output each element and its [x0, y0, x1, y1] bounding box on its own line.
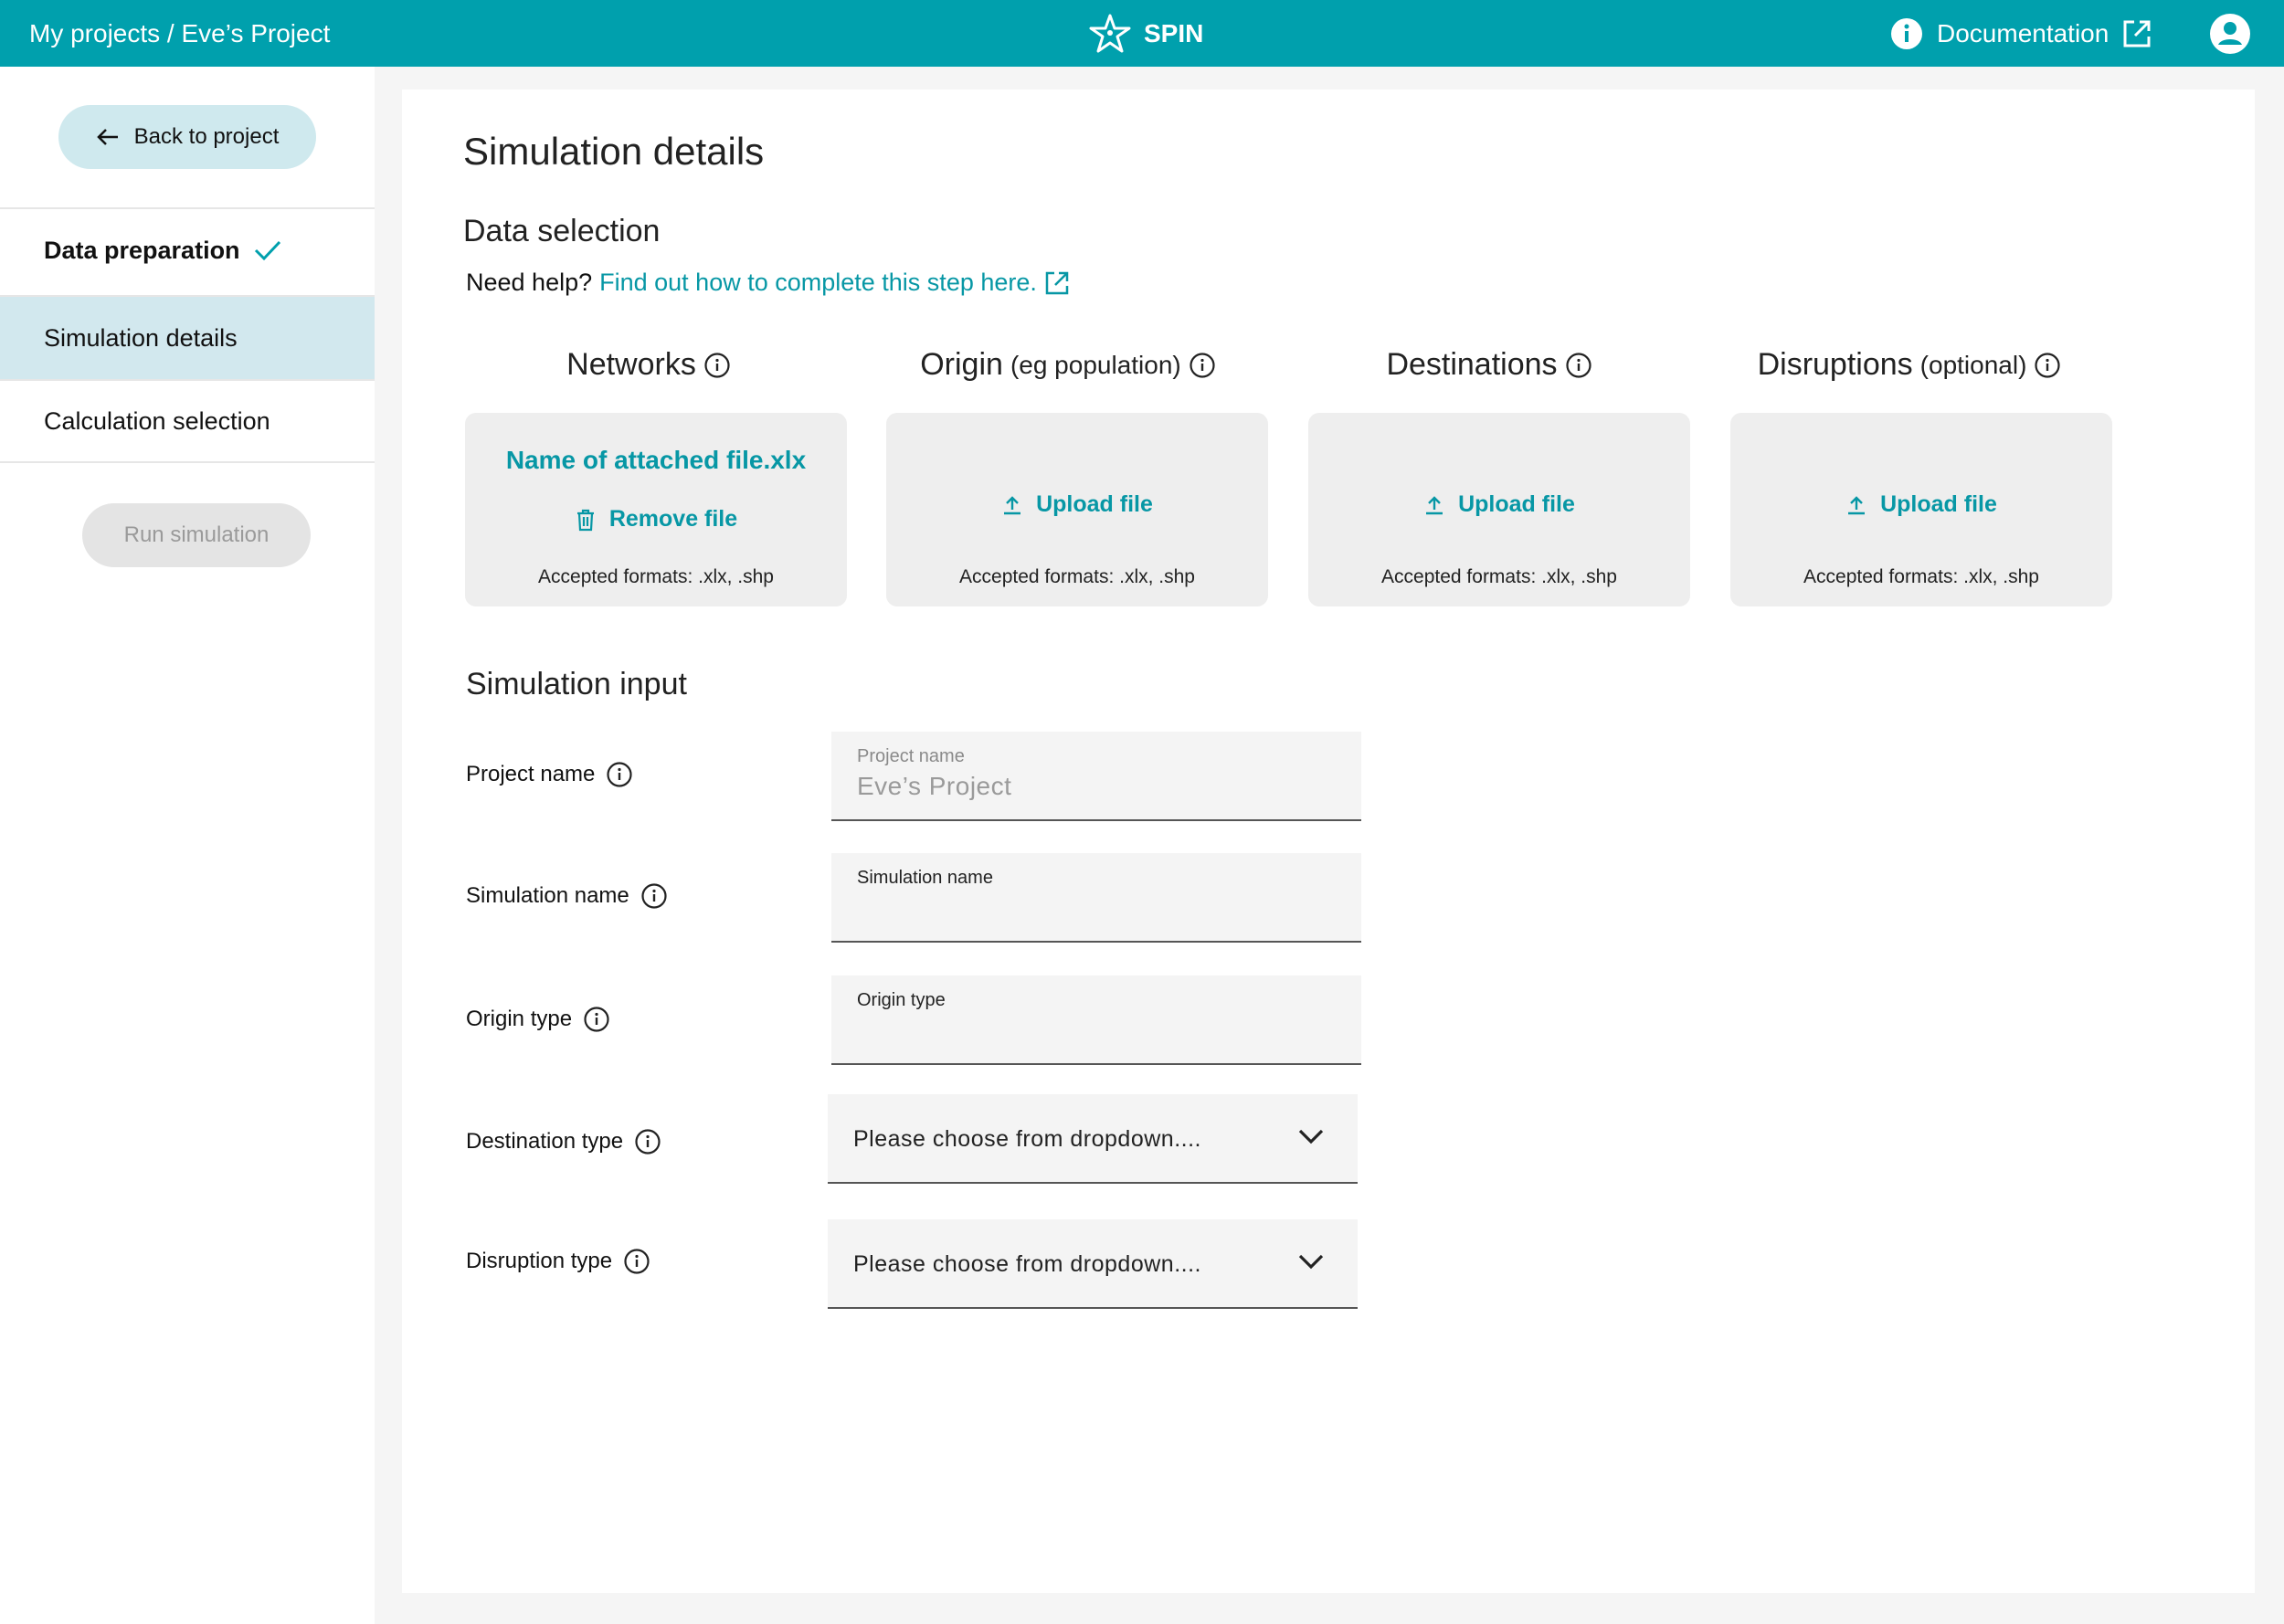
arrow-left-icon: [96, 127, 120, 147]
info-icon: [1889, 16, 1924, 51]
origin-title: Origin (eg population): [876, 347, 1260, 383]
accepted-formats: Accepted formats: .xlx, .shp: [1803, 566, 2039, 587]
remove-file-button[interactable]: Remove file: [465, 506, 847, 533]
info-outline-icon[interactable]: [583, 1006, 610, 1033]
back-label: Back to project: [133, 124, 280, 149]
field-value: Eve’s Project: [857, 772, 1012, 800]
documentation-label: Documentation: [1937, 18, 2110, 47]
help-prefix: Need help?: [466, 269, 593, 296]
external-link-icon[interactable]: [1044, 270, 1070, 296]
destination-type-select[interactable]: Please choose from dropdown....: [828, 1094, 1358, 1184]
accepted-formats: Accepted formats: .xlx, .shp: [538, 566, 774, 587]
column-suffix: (optional): [1919, 350, 2027, 379]
info-outline-icon[interactable]: [640, 882, 668, 910]
page-title: Simulation details: [463, 130, 765, 173]
column-title: Origin: [920, 347, 1003, 382]
simulation-name-field[interactable]: Simulation name: [831, 853, 1361, 943]
info-outline-icon[interactable]: [1189, 352, 1216, 379]
upload-icon: [1845, 494, 1867, 516]
sidebar-item-label: Calculation selection: [44, 406, 270, 435]
column-title: Networks: [566, 347, 696, 382]
field-label-text: Origin type: [466, 1007, 573, 1031]
back-to-project-button[interactable]: Back to project: [58, 105, 316, 169]
run-simulation-button[interactable]: Run simulation: [82, 503, 311, 567]
origin-type-label: Origin type: [466, 1006, 610, 1033]
user-avatar-icon[interactable]: [2209, 13, 2251, 55]
help-line: Need help? Find out how to complete this…: [466, 269, 1070, 297]
sidebar-item-simulation-details[interactable]: Simulation details: [0, 295, 375, 379]
star-logo-icon: [1087, 13, 1133, 55]
info-outline-icon[interactable]: [606, 761, 633, 788]
field-caption: Origin type: [857, 990, 946, 1010]
info-outline-icon[interactable]: [703, 352, 731, 379]
destination-type-label: Destination type: [466, 1128, 661, 1155]
project-name-field[interactable]: Project name Eve’s Project: [831, 732, 1361, 821]
field-caption: Simulation name: [857, 868, 993, 888]
sidebar-item-label: Data preparation: [44, 236, 240, 264]
upload-file-label: Upload file: [1036, 491, 1153, 517]
destinations-title: Destinations: [1297, 347, 1681, 383]
info-outline-icon[interactable]: [623, 1248, 650, 1275]
select-value: Please choose from dropdown....: [853, 1126, 1201, 1152]
info-outline-icon[interactable]: [2034, 352, 2061, 379]
info-outline-icon[interactable]: [634, 1128, 661, 1155]
upload-file-label: Upload file: [1458, 491, 1575, 517]
field-caption: Project name: [857, 746, 965, 766]
simulation-name-label: Simulation name: [466, 882, 668, 910]
select-value: Please choose from dropdown....: [853, 1251, 1201, 1277]
accepted-formats: Accepted formats: .xlx, .shp: [959, 566, 1195, 587]
networks-title: Networks: [457, 347, 841, 383]
brand-logo[interactable]: SPIN: [1087, 0, 1203, 67]
disruption-type-select[interactable]: Please choose from dropdown....: [828, 1219, 1358, 1309]
check-icon: [253, 238, 282, 262]
simulation-input-heading: Simulation input: [466, 667, 687, 701]
info-outline-icon[interactable]: [1565, 352, 1592, 379]
upload-file-button[interactable]: Upload file: [886, 491, 1268, 518]
help-link[interactable]: Find out how to complete this step here.: [599, 269, 1037, 297]
origin-upload-box: Upload file Accepted formats: .xlx, .shp: [886, 413, 1268, 606]
field-label-text: Destination type: [466, 1129, 624, 1154]
column-suffix: (eg population): [1010, 350, 1181, 379]
upload-file-label: Upload file: [1880, 491, 1997, 517]
disruption-type-label: Disruption type: [466, 1248, 650, 1275]
brand-name: SPIN: [1144, 18, 1204, 47]
field-label-text: Project name: [466, 762, 596, 786]
chevron-down-icon: [1297, 1252, 1325, 1271]
networks-upload-box: Name of attached file.xlx Remove file Ac…: [465, 413, 847, 606]
breadcrumb[interactable]: My projects / Eve’s Project: [29, 0, 330, 67]
destinations-upload-box: Upload file Accepted formats: .xlx, .shp: [1308, 413, 1690, 606]
upload-file-button[interactable]: Upload file: [1308, 491, 1690, 518]
chevron-down-icon: [1297, 1127, 1325, 1145]
attached-file-name[interactable]: Name of attached file.xlx: [465, 446, 847, 475]
column-title: Disruptions: [1757, 347, 1913, 382]
documentation-link[interactable]: Documentation: [1889, 0, 2152, 67]
column-title: Destinations: [1386, 347, 1558, 382]
sidebar-item-calculation-selection[interactable]: Calculation selection: [0, 379, 375, 463]
sidebar: Back to project Data preparation Simulat…: [0, 67, 375, 1624]
sidebar-item-data-preparation[interactable]: Data preparation: [0, 207, 375, 291]
main-panel: Simulation details Data selection Need h…: [402, 90, 2255, 1593]
field-label-text: Simulation name: [466, 883, 629, 908]
upload-file-button[interactable]: Upload file: [1730, 491, 2112, 518]
field-label-text: Disruption type: [466, 1249, 613, 1273]
accepted-formats: Accepted formats: .xlx, .shp: [1381, 566, 1617, 587]
top-bar: My projects / Eve’s Project SPIN Documen…: [0, 0, 2284, 67]
upload-icon: [1001, 494, 1023, 516]
disruptions-upload-box: Upload file Accepted formats: .xlx, .shp: [1730, 413, 2112, 606]
project-name-label: Project name: [466, 761, 633, 788]
trash-icon: [575, 508, 597, 532]
upload-icon: [1423, 494, 1445, 516]
external-link-icon: [2121, 18, 2152, 49]
disruptions-title: Disruptions (optional): [1718, 347, 2101, 383]
origin-type-field[interactable]: Origin type: [831, 975, 1361, 1065]
sidebar-item-label: Simulation details: [44, 323, 238, 352]
data-selection-heading: Data selection: [463, 214, 661, 248]
remove-file-label: Remove file: [608, 506, 738, 532]
